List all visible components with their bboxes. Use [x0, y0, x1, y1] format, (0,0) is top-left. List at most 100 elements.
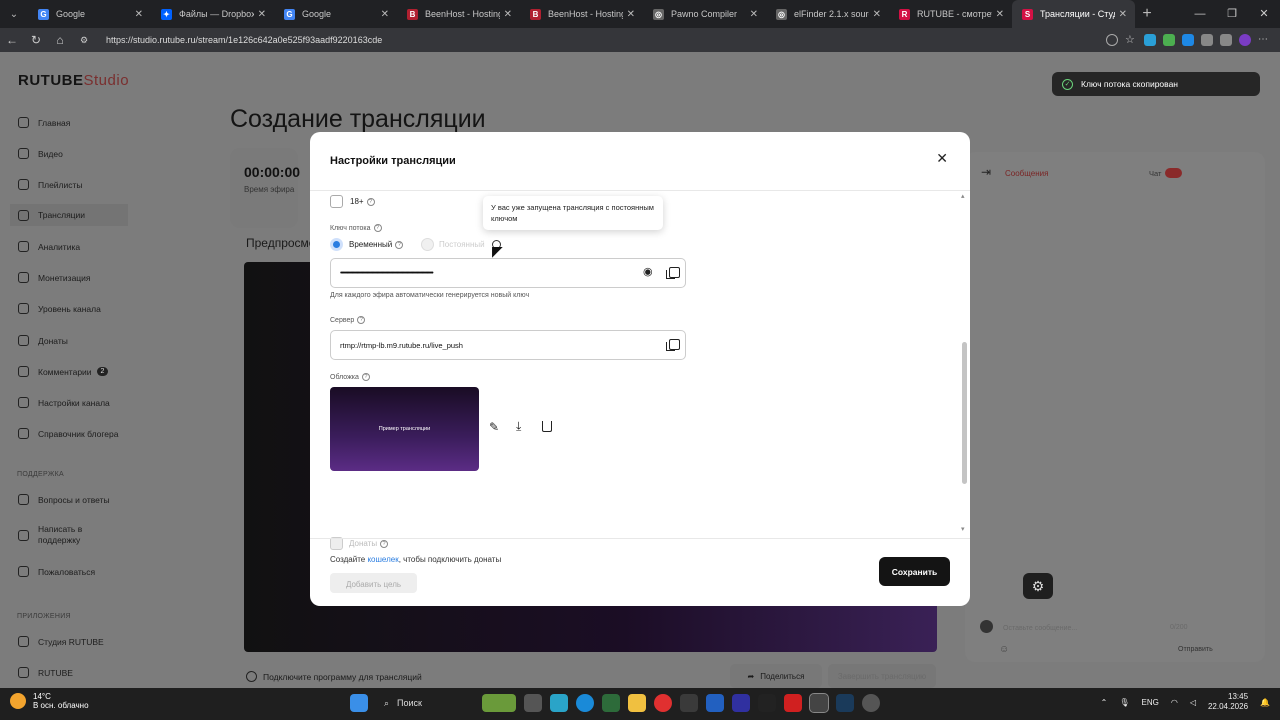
notification-icon[interactable]: 🔔 [1260, 698, 1270, 707]
sidebar-item-support[interactable]: Написать в поддержку [18, 524, 98, 546]
sidebar-item[interactable]: Плейлисты [18, 179, 83, 190]
steam-icon[interactable]: ⚙ [1023, 573, 1053, 599]
copy-key-icon[interactable] [666, 267, 680, 279]
sidebar-item[interactable]: Монетизация [18, 272, 91, 283]
extension-icon[interactable] [1144, 34, 1156, 46]
app-icon[interactable] [784, 694, 802, 712]
store-icon[interactable] [680, 694, 698, 712]
profile-icon[interactable] [1239, 34, 1251, 46]
extension-icon[interactable] [1163, 34, 1175, 46]
url-field[interactable]: https://studio.rutube.ru/stream/1e126c64… [102, 35, 1106, 45]
stream-key-field[interactable]: ••••••••••••••••••••••••••••••••••••••••… [330, 258, 686, 288]
copy-server-icon[interactable] [666, 339, 680, 351]
maximize-icon[interactable]: ❐ [1216, 0, 1248, 28]
sidebar-item[interactable]: Трансляции [10, 204, 128, 226]
edge-icon[interactable] [576, 694, 594, 712]
server-field[interactable]: rtmp://rtmp-lb.m9.rutube.ru/live_push [330, 330, 686, 360]
close-window-icon[interactable]: ✕ [1248, 0, 1280, 28]
tab-close-icon[interactable]: ✕ [750, 9, 758, 20]
browser-tab[interactable]: G Google ✕ [274, 0, 397, 28]
chat-input[interactable]: Оставьте сообщение... [1003, 625, 1077, 632]
weather-widget[interactable]: 14°C В осн. облачно [10, 692, 89, 710]
app-icon[interactable] [758, 694, 776, 712]
age-checkbox[interactable] [330, 195, 343, 208]
notepad-icon[interactable] [602, 694, 620, 712]
steam-icon[interactable] [836, 694, 854, 712]
help-icon[interactable]: ? [361, 373, 370, 381]
new-tab-button[interactable]: + [1135, 5, 1159, 23]
help-icon[interactable]: ? [380, 539, 389, 548]
chat-toggle[interactable] [1165, 168, 1182, 178]
sidebar-item[interactable]: Главная [18, 117, 70, 128]
sidebar-item-faq[interactable]: Вопросы и ответы [18, 494, 110, 505]
chrome-icon[interactable] [862, 694, 880, 712]
sidebar-item[interactable]: Видео [18, 148, 63, 159]
sidebar-item[interactable]: Аналитика [18, 241, 80, 252]
tab-close-icon[interactable]: ✕ [504, 9, 512, 20]
clock[interactable]: 13:45 22.04.2026 [1208, 692, 1248, 712]
widget-icon[interactable] [482, 694, 516, 712]
help-icon[interactable]: ? [373, 224, 382, 232]
browser-tab[interactable]: ◎ Pawno Compiler ✕ [643, 0, 766, 28]
temp-key-radio[interactable] [330, 238, 343, 251]
browser-tab[interactable]: B BeenHost - Hosting | Бе ✕ [520, 0, 643, 28]
sidebar-item[interactable]: Донаты [18, 335, 68, 346]
menu-icon[interactable]: ⋯ [1258, 34, 1270, 46]
browser-tab[interactable]: G Google ✕ [28, 0, 151, 28]
sidebar-item[interactable]: Справочник блогера [18, 428, 118, 439]
microphone-icon[interactable]: 🎙 [1119, 698, 1129, 707]
app-icon[interactable] [550, 694, 568, 712]
volume-icon[interactable]: ◁ [1190, 698, 1196, 707]
tab-close-icon[interactable]: ✕ [1119, 9, 1127, 20]
tab-messages[interactable]: Сообщения [1005, 169, 1048, 178]
browser-tab[interactable]: ✦ Файлы — Dropbox ✕ [151, 0, 274, 28]
tab-search-icon[interactable]: ⌄ [0, 0, 28, 28]
help-icon[interactable]: ? [366, 197, 375, 206]
perm-key-radio[interactable] [421, 238, 434, 251]
tab-close-icon[interactable]: ✕ [135, 9, 143, 20]
back-icon[interactable]: ← [0, 33, 24, 47]
help-icon[interactable]: ? [357, 316, 366, 324]
scrollbar-thumb[interactable] [962, 342, 967, 484]
collapse-icon[interactable]: ⇥ [981, 165, 991, 179]
minimize-icon[interactable]: — [1184, 0, 1216, 28]
sidebar-item[interactable]: Уровень канала [18, 303, 101, 314]
wallet-link[interactable]: кошелек [367, 555, 398, 564]
add-goal-button[interactable]: Добавить цель [330, 573, 417, 593]
browser-tab[interactable]: S Трансляции - Студия R ✕ [1012, 0, 1135, 28]
start-icon[interactable] [350, 694, 368, 712]
site-info-icon[interactable]: ⚙ [72, 35, 96, 46]
scroll-down-icon[interactable]: ▾ [961, 525, 965, 533]
app-icon[interactable] [809, 693, 829, 713]
sidebar-item-studio-app[interactable]: Студия RUTUBE [18, 636, 104, 647]
browser-tab[interactable]: ◎ elFinder 2.1.x source ve ✕ [766, 0, 889, 28]
explorer-icon[interactable] [628, 694, 646, 712]
extension-icon[interactable] [1182, 34, 1194, 46]
send-button[interactable]: Отправить [1178, 646, 1213, 653]
favorite-star-icon[interactable]: ☆ [1125, 34, 1137, 46]
sidebar-item-report[interactable]: Пожаловаться [18, 566, 95, 577]
browser-tab[interactable]: B BeenHost - Hosting | Бе ✕ [397, 0, 520, 28]
language-indicator[interactable]: ENG [1142, 698, 1159, 707]
zoom-icon[interactable] [1106, 34, 1118, 46]
share-button[interactable]: ➦ Поделиться [730, 664, 822, 688]
save-button[interactable]: Сохранить [879, 557, 950, 586]
sidebar-item[interactable]: Настройки канала [18, 397, 110, 408]
eye-icon[interactable]: ◉ [643, 265, 653, 278]
app-icon[interactable] [732, 694, 750, 712]
rutube-studio-logo[interactable]: RUTUBEStudio [18, 72, 129, 89]
yandex-icon[interactable] [654, 694, 672, 712]
tab-close-icon[interactable]: ✕ [258, 9, 266, 20]
browser-tab[interactable]: R RUTUBE - смотреть ви ✕ [889, 0, 1012, 28]
emoji-icon[interactable]: ☺ [999, 644, 1009, 655]
tab-close-icon[interactable]: ✕ [381, 9, 389, 20]
taskbar-search[interactable]: ⌕ Поиск [376, 692, 474, 714]
trash-icon[interactable] [542, 421, 552, 432]
sidebar-item-rutube-app[interactable]: RUTUBE [18, 667, 73, 678]
tray-expand-icon[interactable]: ⌃ [1101, 698, 1108, 707]
tab-close-icon[interactable]: ✕ [996, 9, 1004, 20]
tab-close-icon[interactable]: ✕ [873, 9, 881, 20]
download-icon[interactable]: ⤓ [516, 419, 521, 434]
puzzle-icon[interactable] [1220, 34, 1232, 46]
cover-image[interactable]: Пример трансляции [330, 387, 479, 471]
